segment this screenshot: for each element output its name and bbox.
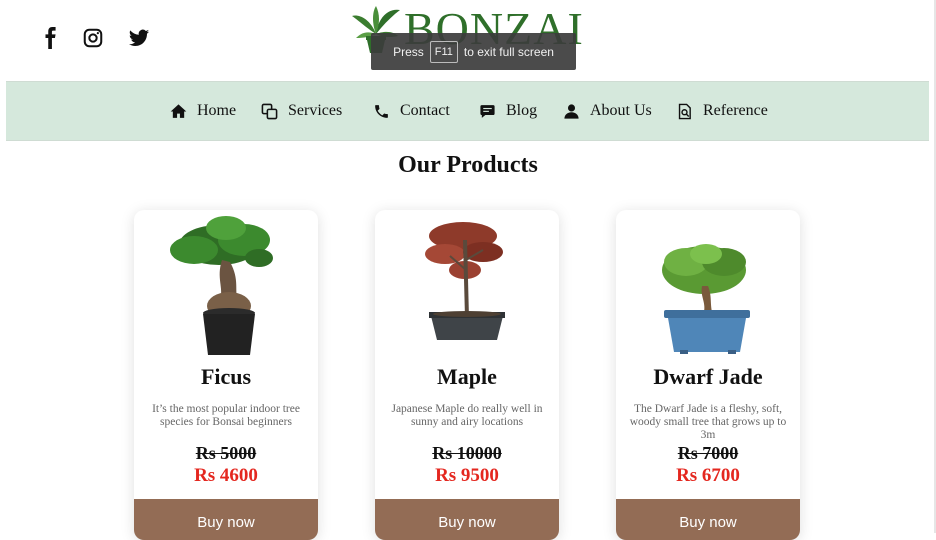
product-new-price: Rs 4600 — [194, 465, 258, 486]
product-new-price: Rs 9500 — [435, 465, 499, 486]
product-description: The Dwarf Jade is a fleshy, soft, woody … — [629, 403, 787, 441]
nav-item-label: About Us — [590, 102, 652, 119]
product-name: Dwarf Jade — [653, 364, 763, 389]
home-icon — [170, 103, 187, 118]
product-old-price: Rs 7000 — [677, 443, 739, 463]
product-card-dwarf-jade: Dwarf Jade The Dwarf Jade is a fleshy, s… — [616, 210, 800, 540]
buy-now-button[interactable]: Buy now — [134, 499, 318, 540]
product-card-maple: Maple Japanese Maple do really well in s… — [375, 210, 559, 540]
nav-item-services[interactable]: Services — [261, 82, 342, 140]
nav-item-about-us[interactable]: About Us — [563, 82, 652, 140]
product-description: It’s the most popular indoor tree specie… — [152, 403, 300, 428]
nav-item-label: Reference — [703, 102, 768, 119]
nav-item-reference[interactable]: Reference — [676, 82, 768, 140]
twitter-icon[interactable] — [128, 27, 152, 51]
facebook-icon[interactable] — [40, 27, 64, 51]
product-name: Maple — [437, 364, 497, 389]
product-old-price: Rs 10000 — [432, 443, 502, 463]
toast-prefix: Press — [393, 44, 424, 59]
dwarf-jade-plant-image — [662, 244, 750, 354]
fullscreen-exit-toast: Press F11 to exit full screen — [371, 33, 576, 70]
toast-suffix: to exit full screen — [463, 44, 554, 59]
product-description: Japanese Maple do really well in sunny a… — [391, 403, 543, 428]
product-new-price: Rs 6700 — [676, 465, 740, 486]
main-navbar: Home Services Contact Blog About Us Refe… — [6, 81, 929, 141]
nav-item-home[interactable]: Home — [170, 82, 236, 140]
services-icon — [261, 103, 278, 119]
buy-now-button[interactable]: Buy now — [616, 499, 800, 540]
chat-icon — [480, 104, 495, 118]
search-document-icon — [678, 103, 691, 119]
user-icon — [564, 103, 579, 119]
nav-item-blog[interactable]: Blog — [479, 82, 537, 140]
product-old-price: Rs 5000 — [195, 443, 257, 463]
toast-key: F11 — [429, 40, 458, 63]
nav-item-label: Services — [288, 102, 343, 119]
page-title: Our Products — [398, 152, 538, 178]
nav-item-label: Contact — [400, 102, 450, 119]
nav-item-label: Home — [197, 102, 237, 119]
nav-item-label: Blog — [506, 102, 538, 119]
ficus-plant-image — [170, 216, 273, 355]
product-name: Ficus — [200, 364, 252, 389]
product-card-ficus: Ficus It’s the most popular indoor tree … — [134, 210, 318, 540]
instagram-icon[interactable] — [82, 27, 106, 51]
buy-now-button[interactable]: Buy now — [375, 499, 559, 540]
nav-item-contact[interactable]: Contact — [373, 82, 450, 140]
phone-icon — [375, 104, 388, 118]
maple-plant-image — [425, 222, 505, 340]
